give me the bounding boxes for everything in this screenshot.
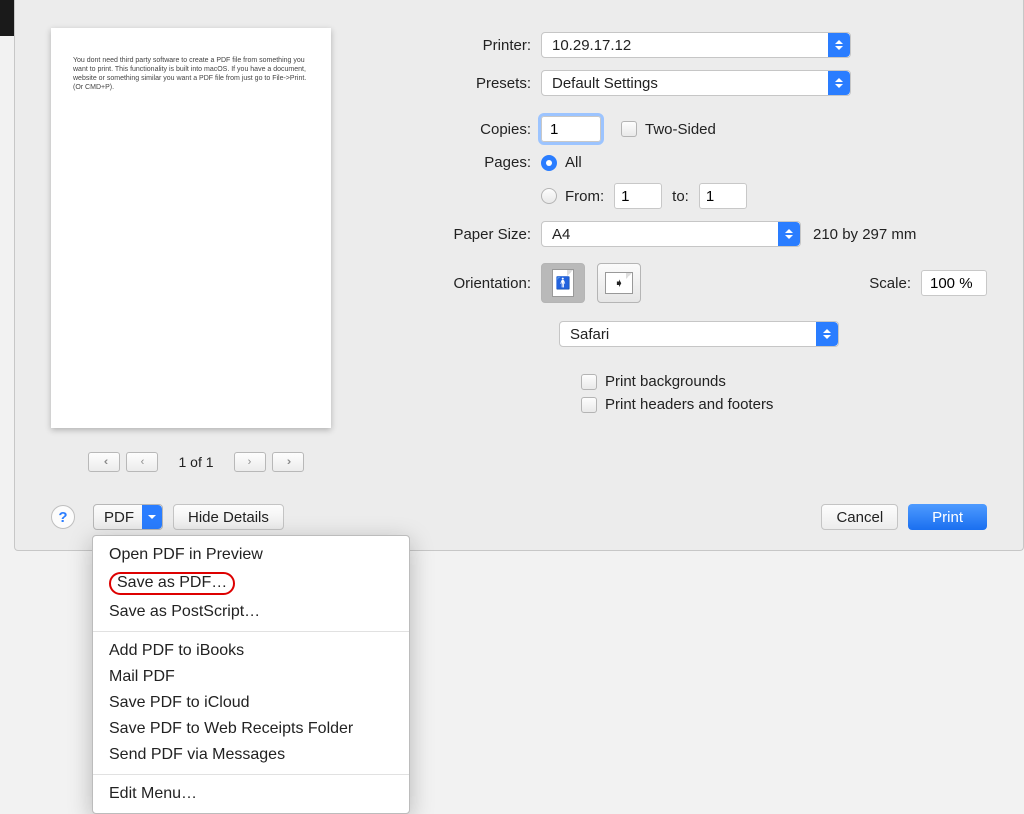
pages-all-label: All: [565, 154, 582, 171]
preview-column: You dont need third party software to cr…: [51, 28, 341, 472]
pages-from-label: From:: [565, 188, 604, 205]
pages-to-label: to:: [672, 188, 689, 205]
preview-text: You dont need third party software to cr…: [73, 57, 306, 91]
paper-dimensions: 210 by 297 mm: [813, 226, 916, 243]
orientation-landscape-button[interactable]: ➧: [597, 263, 641, 303]
scale-input[interactable]: [921, 270, 987, 296]
prev-page-button[interactable]: ‹: [126, 452, 158, 472]
printer-select[interactable]: 10.29.17.12: [541, 32, 851, 58]
app-options-value: Safari: [570, 326, 609, 343]
paper-size-value: A4: [552, 226, 570, 243]
select-caps-icon: [828, 71, 850, 95]
pages-from-input[interactable]: [614, 183, 662, 209]
menu-save-as-pdf[interactable]: Save as PDF…: [93, 568, 409, 599]
print-headers-label: Print headers and footers: [605, 396, 773, 413]
two-sided-checkbox[interactable]: [621, 121, 637, 137]
menu-open-pdf-preview[interactable]: Open PDF in Preview: [93, 542, 409, 568]
copies-label: Copies:: [411, 121, 541, 138]
pdf-dropdown-menu: Open PDF in Preview Save as PDF… Save as…: [92, 535, 410, 814]
pages-all-radio[interactable]: [541, 155, 557, 171]
page-preview: You dont need third party software to cr…: [51, 28, 331, 428]
help-button[interactable]: ?: [51, 505, 75, 529]
pager-label: 1 of 1: [178, 454, 213, 470]
paper-size-label: Paper Size:: [411, 226, 541, 243]
save-as-pdf-highlight: Save as PDF…: [109, 572, 235, 595]
menu-mail-pdf[interactable]: Mail PDF: [93, 664, 409, 690]
menu-add-pdf-ibooks[interactable]: Add PDF to iBooks: [93, 638, 409, 664]
two-sided-label: Two-Sided: [645, 121, 716, 138]
print-button[interactable]: Print: [908, 504, 987, 530]
pages-from-radio[interactable]: [541, 188, 557, 204]
cancel-button[interactable]: Cancel: [821, 504, 898, 530]
pdf-button-label: PDF: [104, 509, 134, 526]
settings-column: Printer: 10.29.17.12 Presets: Default Se…: [411, 28, 987, 472]
menu-send-pdf-messages[interactable]: Send PDF via Messages: [93, 742, 409, 768]
pages-to-input[interactable]: [699, 183, 747, 209]
paper-size-select[interactable]: A4: [541, 221, 801, 247]
orientation-label: Orientation:: [411, 275, 541, 292]
app-options-select[interactable]: Safari: [559, 321, 839, 347]
presets-select[interactable]: Default Settings: [541, 70, 851, 96]
orientation-portrait-button[interactable]: 🚹: [541, 263, 585, 303]
hide-details-button[interactable]: Hide Details: [173, 504, 284, 530]
print-dialog: You dont need third party software to cr…: [14, 0, 1024, 551]
menu-separator: [93, 774, 409, 775]
first-page-button[interactable]: ‹‹: [88, 452, 120, 472]
print-backgrounds-checkbox[interactable]: [581, 374, 597, 390]
presets-label: Presets:: [411, 75, 541, 92]
menu-save-pdf-web-receipts[interactable]: Save PDF to Web Receipts Folder: [93, 716, 409, 742]
pages-label: Pages:: [411, 154, 541, 171]
print-backgrounds-label: Print backgrounds: [605, 373, 726, 390]
presets-value: Default Settings: [552, 75, 658, 92]
select-caps-icon: [816, 322, 838, 346]
select-caps-icon: [778, 222, 800, 246]
landscape-icon: ➧: [605, 272, 633, 294]
copies-input[interactable]: [541, 116, 601, 142]
menu-save-as-postscript[interactable]: Save as PostScript…: [93, 599, 409, 625]
printer-value: 10.29.17.12: [552, 37, 631, 54]
printer-label: Printer:: [411, 37, 541, 54]
chevron-down-icon: [142, 505, 162, 529]
menu-save-pdf-icloud[interactable]: Save PDF to iCloud: [93, 690, 409, 716]
menu-edit-menu[interactable]: Edit Menu…: [93, 781, 409, 807]
preview-pager: ‹‹ ‹ 1 of 1 › ››: [51, 452, 341, 472]
print-headers-checkbox[interactable]: [581, 397, 597, 413]
portrait-icon: 🚹: [552, 269, 574, 297]
menu-separator: [93, 631, 409, 632]
dialog-footer: ? PDF Hide Details Cancel Print: [51, 504, 987, 530]
next-page-button[interactable]: ›: [234, 452, 266, 472]
scale-label: Scale:: [869, 275, 911, 292]
pdf-dropdown-button[interactable]: PDF: [93, 504, 163, 530]
select-caps-icon: [828, 33, 850, 57]
last-page-button[interactable]: ››: [272, 452, 304, 472]
